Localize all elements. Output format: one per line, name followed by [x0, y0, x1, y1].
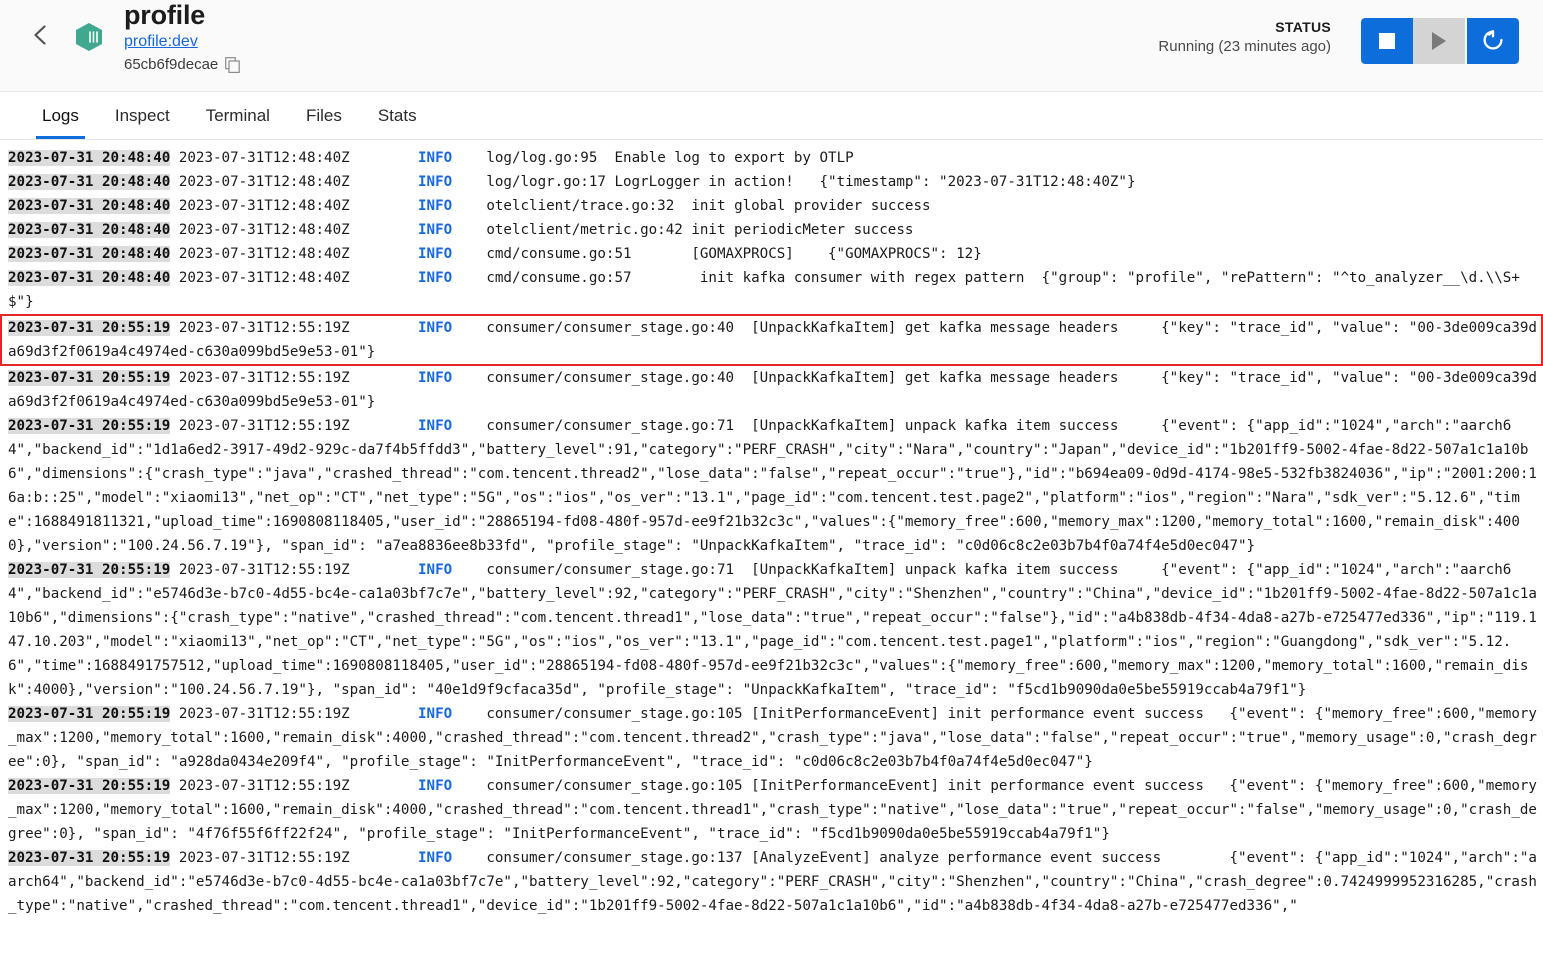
log-source: consumer/consumer_stage.go:71	[452, 562, 735, 578]
log-utc-timestamp: 2023-07-31T12:55:19Z	[170, 370, 419, 386]
log-source: consumer/consumer_stage.go:105	[452, 706, 743, 722]
log-utc-timestamp: 2023-07-31T12:48:40Z	[170, 174, 419, 190]
log-line: 2023-07-31 20:48:40 2023-07-31T12:48:40Z…	[0, 242, 1543, 266]
log-level: INFO	[418, 850, 453, 866]
container-identity: profile profile:dev 65cb6f9decae	[124, 0, 1158, 74]
log-source: cmd/consume.go:57	[452, 270, 632, 286]
log-utc-timestamp: 2023-07-31T12:55:19Z	[170, 706, 419, 722]
log-line: 2023-07-31 20:48:40 2023-07-31T12:48:40Z…	[0, 170, 1543, 194]
log-level: INFO	[418, 174, 453, 190]
log-local-timestamp: 2023-07-31 20:55:19	[8, 850, 171, 866]
log-local-timestamp: 2023-07-31 20:48:40	[8, 150, 171, 166]
log-local-timestamp: 2023-07-31 20:48:40	[8, 174, 171, 190]
log-source: otelclient/trace.go:32	[452, 198, 675, 214]
log-message: Enable log to export by OTLP	[597, 150, 854, 166]
cube-icon	[72, 20, 106, 54]
tab-stats[interactable]: Stats	[360, 92, 435, 139]
log-message: LogrLogger in action! {"timestamp": "202…	[605, 174, 1136, 190]
log-level: INFO	[418, 246, 453, 262]
log-level: INFO	[418, 778, 453, 794]
log-source: consumer/consumer_stage.go:40	[452, 370, 735, 386]
log-level: INFO	[418, 270, 453, 286]
log-line: 2023-07-31 20:55:19 2023-07-31T12:55:19Z…	[0, 846, 1543, 918]
page-title: profile	[124, 0, 206, 30]
back-button[interactable]	[24, 18, 58, 52]
log-message: init periodicMeter success	[682, 222, 914, 238]
stop-button[interactable]	[1361, 18, 1413, 64]
log-utc-timestamp: 2023-07-31T12:48:40Z	[170, 270, 419, 286]
log-local-timestamp: 2023-07-31 20:48:40	[8, 222, 171, 238]
log-local-timestamp: 2023-07-31 20:48:40	[8, 198, 171, 214]
container-id-row: 65cb6f9decae	[124, 56, 1158, 74]
restart-button[interactable]	[1467, 18, 1519, 64]
log-local-timestamp: 2023-07-31 20:48:40	[8, 246, 171, 262]
tab-bar: Logs Inspect Terminal Files Stats	[0, 92, 1543, 140]
log-utc-timestamp: 2023-07-31T12:55:19Z	[170, 562, 419, 578]
chevron-left-icon	[28, 22, 54, 48]
log-message: [GOMAXPROCS] {"GOMAXPROCS": 12}	[631, 246, 982, 262]
log-line: 2023-07-31 20:55:19 2023-07-31T12:55:19Z…	[0, 558, 1543, 702]
log-message: [UnpackKafkaItem] unpack kafka item succ…	[8, 418, 1537, 554]
status-block: STATUS Running (23 minutes ago)	[1158, 18, 1331, 58]
log-utc-timestamp: 2023-07-31T12:55:19Z	[170, 778, 419, 794]
log-level: INFO	[418, 706, 453, 722]
log-level: INFO	[418, 150, 453, 166]
log-level: INFO	[418, 418, 453, 434]
log-line: 2023-07-31 20:48:40 2023-07-31T12:48:40Z…	[0, 218, 1543, 242]
log-level: INFO	[418, 370, 453, 386]
log-source: log/logr.go:17	[452, 174, 606, 190]
log-local-timestamp: 2023-07-31 20:55:19	[8, 778, 171, 794]
tab-terminal[interactable]: Terminal	[188, 92, 288, 139]
copy-icon[interactable]	[225, 57, 241, 73]
log-utc-timestamp: 2023-07-31T12:48:40Z	[170, 222, 419, 238]
container-controls	[1361, 18, 1519, 64]
play-icon	[1432, 32, 1446, 50]
log-utc-timestamp: 2023-07-31T12:48:40Z	[170, 150, 419, 166]
log-utc-timestamp: 2023-07-31T12:55:19Z	[170, 418, 419, 434]
log-source: cmd/consume.go:51	[452, 246, 632, 262]
log-level: INFO	[418, 320, 453, 336]
image-tag-link[interactable]: profile:dev	[124, 32, 198, 52]
log-line: 2023-07-31 20:55:19 2023-07-31T12:55:19Z…	[0, 366, 1543, 414]
log-message: init global provider success	[674, 198, 931, 214]
log-source: consumer/consumer_stage.go:71	[452, 418, 735, 434]
status-label: STATUS	[1275, 19, 1331, 35]
log-utc-timestamp: 2023-07-31T12:55:19Z	[170, 320, 419, 336]
log-utc-timestamp: 2023-07-31T12:48:40Z	[170, 198, 419, 214]
status-value: Running (23 minutes ago)	[1158, 38, 1331, 55]
restart-icon	[1480, 27, 1506, 56]
log-local-timestamp: 2023-07-31 20:48:40	[8, 270, 171, 286]
log-line: 2023-07-31 20:48:40 2023-07-31T12:48:40Z…	[0, 194, 1543, 218]
log-utc-timestamp: 2023-07-31T12:48:40Z	[170, 246, 419, 262]
tab-logs[interactable]: Logs	[24, 92, 97, 139]
log-utc-timestamp: 2023-07-31T12:55:19Z	[170, 850, 419, 866]
log-line: 2023-07-31 20:55:19 2023-07-31T12:55:19Z…	[0, 774, 1543, 846]
log-source: consumer/consumer_stage.go:137	[452, 850, 743, 866]
tab-files[interactable]: Files	[288, 92, 360, 139]
log-line: 2023-07-31 20:48:40 2023-07-31T12:48:40Z…	[0, 266, 1543, 314]
log-local-timestamp: 2023-07-31 20:55:19	[8, 320, 171, 336]
log-local-timestamp: 2023-07-31 20:55:19	[8, 706, 171, 722]
page-header: profile profile:dev 65cb6f9decae STATUS …	[0, 0, 1543, 92]
log-local-timestamp: 2023-07-31 20:55:19	[8, 562, 171, 578]
start-button[interactable]	[1413, 18, 1465, 64]
log-source: otelclient/metric.go:42	[452, 222, 683, 238]
log-source: consumer/consumer_stage.go:105	[452, 778, 743, 794]
log-level: INFO	[418, 562, 453, 578]
log-message: [UnpackKafkaItem] unpack kafka item succ…	[8, 562, 1537, 698]
stop-icon	[1379, 33, 1395, 49]
tab-inspect[interactable]: Inspect	[97, 92, 188, 139]
log-level: INFO	[418, 222, 453, 238]
log-source: log/log.go:95	[452, 150, 598, 166]
log-local-timestamp: 2023-07-31 20:55:19	[8, 418, 171, 434]
log-line: 2023-07-31 20:55:19 2023-07-31T12:55:19Z…	[0, 414, 1543, 558]
log-source: consumer/consumer_stage.go:40	[452, 320, 735, 336]
log-line: 2023-07-31 20:48:40 2023-07-31T12:48:40Z…	[0, 146, 1543, 170]
log-line: 2023-07-31 20:55:19 2023-07-31T12:55:19Z…	[0, 702, 1543, 774]
log-local-timestamp: 2023-07-31 20:55:19	[8, 370, 171, 386]
log-output[interactable]: 2023-07-31 20:48:40 2023-07-31T12:48:40Z…	[0, 140, 1543, 969]
container-id: 65cb6f9decae	[124, 56, 219, 73]
log-level: INFO	[418, 198, 453, 214]
log-line: 2023-07-31 20:55:19 2023-07-31T12:55:19Z…	[0, 314, 1543, 366]
